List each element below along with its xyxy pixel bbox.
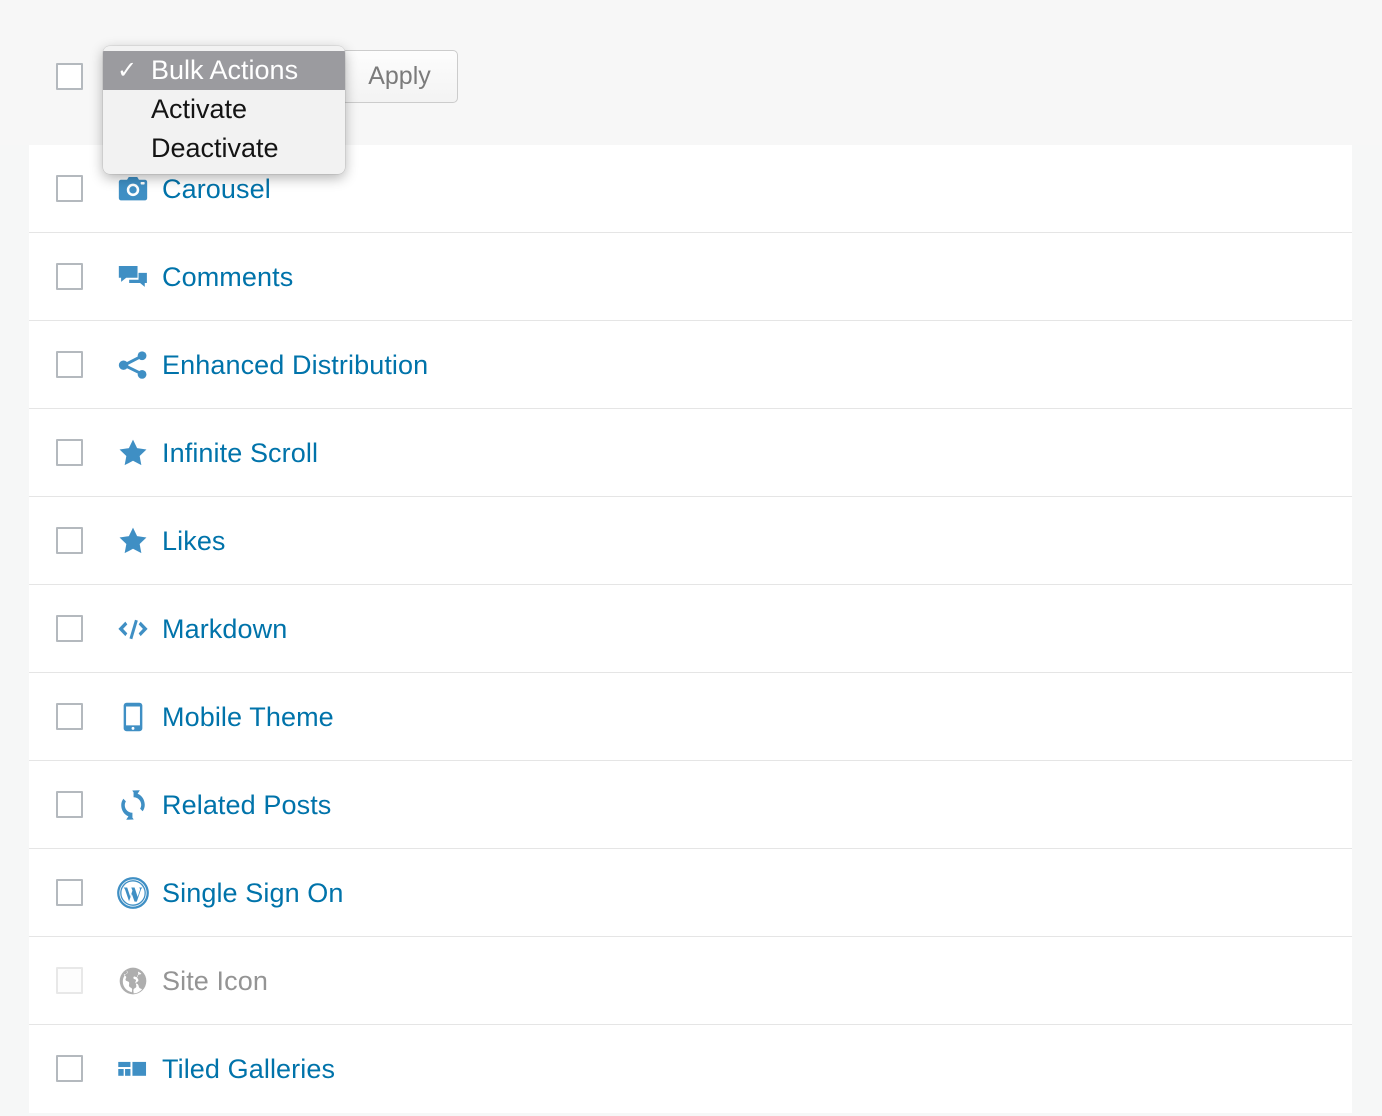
plugin-name-link[interactable]: Markdown <box>162 585 287 673</box>
share-icon <box>114 321 152 409</box>
row-checkbox[interactable] <box>56 1055 83 1082</box>
menu-item-bulk-actions[interactable]: ✓ Bulk Actions <box>103 51 345 90</box>
table-row: Comments <box>29 233 1352 321</box>
plugins-table: Carousel Comments Enhanced Distribution Inf… <box>29 145 1352 1113</box>
table-row: Single Sign On <box>29 849 1352 937</box>
comments-icon <box>114 233 152 321</box>
row-checkbox[interactable] <box>56 527 83 554</box>
plugin-name-link[interactable]: Enhanced Distribution <box>162 321 428 409</box>
row-checkbox[interactable] <box>56 351 83 378</box>
table-row: Site Icon <box>29 937 1352 1025</box>
table-row: Related Posts <box>29 761 1352 849</box>
row-checkbox[interactable] <box>56 175 83 202</box>
smartphone-icon <box>114 673 152 761</box>
plugin-name-link[interactable]: Comments <box>162 233 293 321</box>
row-checkbox[interactable] <box>56 263 83 290</box>
row-checkbox[interactable] <box>56 615 83 642</box>
plugin-name-link[interactable]: Tiled Galleries <box>162 1025 335 1113</box>
select-all-checkbox[interactable] <box>56 63 83 90</box>
menu-item-activate[interactable]: Activate <box>103 90 345 129</box>
checkmark-icon: ✓ <box>117 57 138 84</box>
menu-item-label: Deactivate <box>151 133 279 163</box>
code-icon <box>114 585 152 673</box>
table-row: Mobile Theme <box>29 673 1352 761</box>
refresh-icon <box>114 761 152 849</box>
apply-button[interactable]: Apply <box>341 50 458 103</box>
plugin-name-link[interactable]: Related Posts <box>162 761 331 849</box>
star-icon <box>114 409 152 497</box>
bulk-actions-dropdown-menu[interactable]: ✓ Bulk Actions Activate Deactivate <box>103 46 345 174</box>
row-checkbox <box>56 967 83 994</box>
wordpress-logo-icon <box>114 849 152 937</box>
globe-icon <box>114 937 152 1025</box>
plugin-name-link[interactable]: Mobile Theme <box>162 673 334 761</box>
table-row: Infinite Scroll <box>29 409 1352 497</box>
table-row: Enhanced Distribution <box>29 321 1352 409</box>
row-checkbox[interactable] <box>56 703 83 730</box>
star-icon <box>114 497 152 585</box>
row-checkbox[interactable] <box>56 879 83 906</box>
row-checkbox[interactable] <box>56 791 83 818</box>
grid-icon <box>114 1025 152 1113</box>
bulk-actions-toolbar: Bulk Actions Apply ✓ Bulk Actions Activa… <box>0 0 1382 174</box>
plugin-name-link[interactable]: Single Sign On <box>162 849 344 937</box>
menu-item-deactivate[interactable]: Deactivate <box>103 129 345 168</box>
row-checkbox[interactable] <box>56 439 83 466</box>
menu-item-label: Activate <box>151 94 248 124</box>
table-row: Tiled Galleries <box>29 1025 1352 1113</box>
plugin-name-link: Site Icon <box>162 965 268 996</box>
plugin-name-link[interactable]: Infinite Scroll <box>162 409 318 497</box>
plugin-name-link[interactable]: Likes <box>162 497 226 585</box>
menu-item-label: Bulk Actions <box>151 55 299 85</box>
table-row: Likes <box>29 497 1352 585</box>
table-row: Markdown <box>29 585 1352 673</box>
